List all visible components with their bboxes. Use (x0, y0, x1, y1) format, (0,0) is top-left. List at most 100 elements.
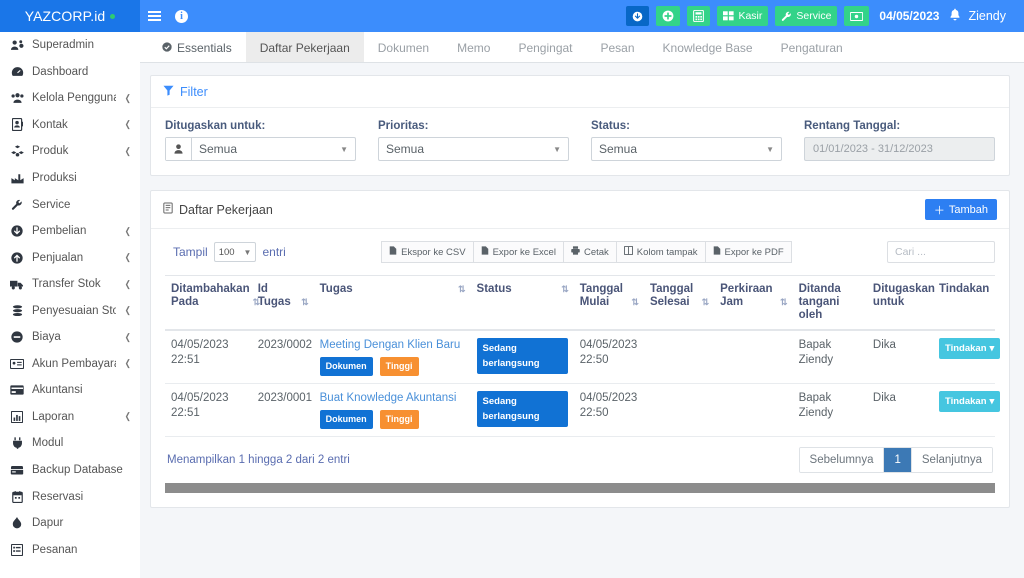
chevron-left-icon: ❮ (125, 411, 132, 422)
sidebar-item-modul[interactable]: Modul (0, 430, 140, 457)
file-csv-icon (389, 246, 397, 258)
sidebar-item-akuntansi[interactable]: Akuntansi (0, 377, 140, 404)
filter-control-assigned[interactable]: Semua ▼ (165, 137, 356, 161)
chevron-left-icon: ❮ (125, 331, 132, 342)
column-header-id-tugas[interactable]: Id Tugas ⇅ (251, 275, 314, 331)
info-icon[interactable]: i (175, 9, 188, 23)
sidebar-item-penyesuaian-stok[interactable]: Penyesuaian Stok ❮ (0, 297, 140, 324)
column-header-tugas[interactable]: Tugas ⇅ (313, 275, 471, 331)
tab-pesan[interactable]: Pesan (587, 32, 649, 62)
sidebar-item-label: Akun Pembayaran (32, 357, 116, 370)
column-header-tanggal-selesai[interactable]: Tanggal Selesai ⇅ (643, 275, 715, 331)
cell-action: Tindakan ▾ (932, 330, 1001, 384)
cell-assigned-to: Dika (866, 383, 933, 437)
main-content: Essentials Daftar Pekerjaan Dokumen Memo Pen… (140, 32, 1024, 578)
filter-select-status[interactable]: Semua ▼ (592, 138, 781, 160)
sidebar-item-reservasi[interactable]: Reservasi (0, 483, 140, 510)
sidebar-item-pesanan[interactable]: Pesanan (0, 536, 140, 563)
action-button[interactable]: Tindakan ▾ (938, 391, 1001, 412)
export-button-expor-ke-pdf[interactable]: Expor ke PDF (704, 241, 792, 263)
navbar-right: Kasir Service 04/05/2023 Ziendy (626, 6, 1016, 26)
brand-logo[interactable]: YAZCORP.id (0, 0, 140, 32)
filter-select-priority[interactable]: Semua ▼ (379, 138, 568, 160)
sidebar-item-penjualan[interactable]: Penjualan ❮ (0, 244, 140, 271)
filter-field-assigned: Ditugaskan untuk: Semua ▼ (165, 120, 356, 161)
download-circle-button[interactable] (626, 6, 650, 26)
action-button[interactable]: Tindakan ▾ (938, 338, 1001, 359)
entries-select[interactable]: 100 ▼ (213, 242, 257, 262)
bell-icon[interactable] (949, 8, 961, 24)
sidebar-item-dapur[interactable]: Dapur (0, 510, 140, 537)
filter-select-assigned[interactable]: Semua ▼ (192, 138, 355, 160)
sidebar-item-transfer-stok[interactable]: Transfer Stok ❮ (0, 271, 140, 298)
tag-badge: Dokumen (319, 357, 373, 376)
cell-end-date (643, 383, 715, 437)
sidebar-item-label: Modul (32, 437, 64, 450)
add-circle-button[interactable] (656, 6, 681, 26)
sidebar-item-label: Backup Database (32, 464, 123, 477)
calculator-button[interactable] (687, 6, 711, 26)
column-header-ditambahakan-pada[interactable]: Ditambahakan Pada ⇅ (165, 275, 260, 331)
status-badge: Sedang berlangsung (476, 391, 568, 427)
task-link[interactable]: Meeting Dengan Klien Baru (320, 338, 465, 353)
sidebar-item-label: Service (32, 198, 71, 211)
export-button-cetak[interactable]: Cetak (562, 241, 617, 263)
money-button[interactable] (844, 6, 870, 26)
column-header-status[interactable]: Status ⇅ (470, 275, 574, 331)
export-button-group: Ekspor ke CSV Expor ke Excel Cetak Kolom ta… (381, 241, 792, 263)
layers-icon (10, 304, 24, 317)
tab-pengaturan[interactable]: Pengaturan (767, 32, 857, 62)
sidebar-item-biaya[interactable]: Biaya ❮ (0, 324, 140, 351)
current-date: 04/05/2023 (879, 9, 940, 23)
sidebar-item-kelola-pengguna[interactable]: Kelola Pengguna ❮ (0, 85, 140, 112)
sidebar-item-produksi[interactable]: Produksi (0, 165, 140, 192)
tab-memo[interactable]: Memo (443, 32, 504, 62)
sidebar-item-kontak[interactable]: Kontak ❮ (0, 112, 140, 139)
chevron-down-icon: ▼ (766, 144, 774, 154)
service-button[interactable]: Service (775, 6, 838, 26)
filter-label-status: Status: (591, 120, 630, 132)
add-button[interactable]: ＋ Tambah (924, 199, 997, 220)
sidebar-item-pembelian[interactable]: Pembelian ❮ (0, 218, 140, 245)
sidebar-item-dashboard[interactable]: Dashboard (0, 59, 140, 86)
column-header-tanggal-mulai[interactable]: Tanggal Mulai ⇅ (573, 275, 644, 331)
sidebar-item-backup-database[interactable]: Backup Database (0, 457, 140, 484)
user-name[interactable]: Ziendy (968, 9, 1012, 23)
tab-knowledge-base[interactable]: Knowledge Base (649, 32, 767, 62)
sidebar-item-label: Reservasi (32, 490, 84, 503)
sidebar-item-superadmin[interactable]: Superadmin (0, 32, 140, 59)
sidebar-item-akun-pembayaran[interactable]: Akun Pembayaran ❮ (0, 351, 140, 378)
filter-control-priority[interactable]: Semua ▼ (378, 137, 569, 161)
cell-task: Buat Knowledge Akuntansi Dokumen Tinggi (313, 383, 471, 437)
tab-essentials[interactable]: Essentials (148, 32, 246, 62)
date-range-input[interactable]: 01/01/2023 - 31/12/2023 (804, 137, 995, 161)
tab-dokumen[interactable]: Dokumen (364, 32, 443, 62)
minus-circle-icon (10, 331, 24, 343)
sort-icon: ⇅ (561, 284, 568, 294)
plug-icon (10, 437, 24, 450)
kasir-button[interactable]: Kasir (717, 6, 769, 26)
export-button-ekspor-ke-csv[interactable]: Ekspor ke CSV (381, 241, 474, 263)
pagination-prev[interactable]: Sebelumnya (799, 448, 884, 472)
task-link[interactable]: Buat Knowledge Akuntansi (320, 391, 465, 406)
sidebar-item-service[interactable]: Service (0, 191, 140, 218)
download-circle-icon (633, 11, 643, 21)
sidebar-item-produk[interactable]: Produk ❮ (0, 138, 140, 165)
caret-down-icon: ▾ (989, 396, 995, 407)
tab-daftar-pekerjaan[interactable]: Daftar Pekerjaan (245, 32, 364, 62)
user-icon (166, 138, 192, 160)
search-input[interactable]: Cari ... (887, 241, 995, 263)
filter-control-status[interactable]: Semua ▼ (591, 137, 782, 161)
pagination-next[interactable]: Selanjutnya (910, 448, 992, 472)
sidebar-item-laporan[interactable]: Laporan ❮ (0, 404, 140, 431)
pagination-page-1[interactable]: 1 (883, 448, 911, 472)
tab-bar: Essentials Daftar Pekerjaan Dokumen Memo Pen… (140, 32, 1024, 63)
hamburger-icon[interactable] (148, 9, 161, 23)
export-button-expor-ke-excel[interactable]: Expor ke Excel (472, 241, 564, 263)
tab-pengingat[interactable]: Pengingat (504, 32, 586, 62)
job-table-body: 04/05/2023 22:51 2023/0002 Meeting Dengan … (165, 330, 1001, 437)
horizontal-scrollbar[interactable] (165, 483, 995, 493)
column-header-perkiraan-jam[interactable]: Perkiraan Jam ⇅ (714, 275, 793, 331)
export-button-kolom-tampak[interactable]: Kolom tampak (615, 241, 706, 263)
column-header-label: Ditambahakan Pada (171, 283, 250, 308)
